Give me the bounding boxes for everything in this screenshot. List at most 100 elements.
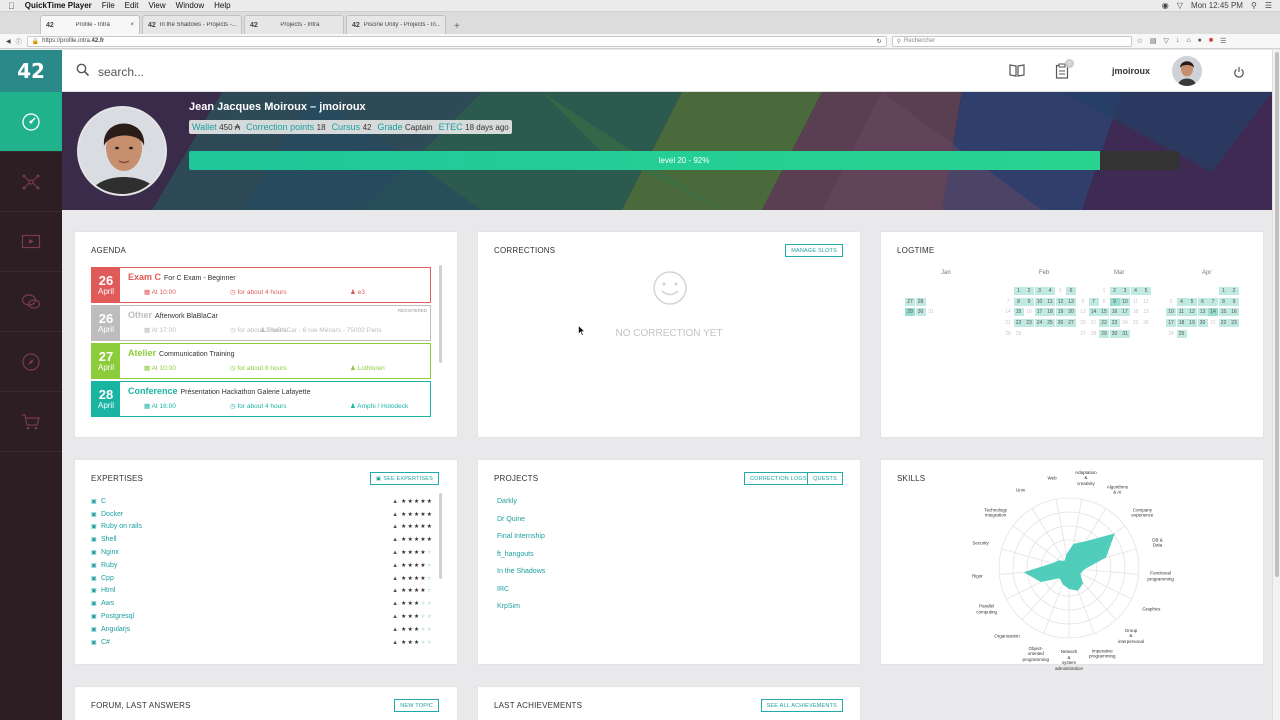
logout-power-icon[interactable]: [1233, 65, 1245, 83]
star-icon[interactable]: ★: [427, 601, 433, 607]
expertise-row[interactable]: ▣ Ruby on rails ▲ ★★★★★: [91, 521, 433, 534]
expertise-row[interactable]: ▣ Aws ▲ ★★★★★: [91, 597, 433, 610]
page-scrollbar[interactable]: [1272, 50, 1280, 720]
spotlight-icon[interactable]: ⚲: [1251, 1, 1257, 10]
notification-center-icon[interactable]: ☰: [1265, 1, 1272, 10]
new-tab-button[interactable]: +: [448, 21, 466, 34]
sidebar-item-shop[interactable]: [0, 392, 62, 452]
sidebar-item-network[interactable]: [0, 152, 62, 212]
star-icon[interactable]: ★: [427, 499, 433, 505]
expertise-name[interactable]: Ruby on rails: [101, 523, 142, 530]
expertise-row[interactable]: ▣ Cpp ▲ ★★★★★: [91, 572, 433, 585]
search-icon[interactable]: [76, 63, 90, 82]
expertise-row[interactable]: ▣ Shell ▲ ★★★★★: [91, 533, 433, 546]
search-input[interactable]: [98, 63, 398, 81]
wifi-icon[interactable]: ▽: [1177, 1, 1183, 10]
expertise-name[interactable]: Docker: [101, 511, 123, 518]
menu-window[interactable]: Window: [176, 1, 204, 10]
star-icon[interactable]: ★: [427, 537, 433, 543]
menu-view[interactable]: View: [148, 1, 165, 10]
expertise-name[interactable]: Angularjs: [101, 626, 130, 633]
sidebar-item-dashboard[interactable]: [0, 92, 62, 152]
thumbs-up-icon[interactable]: ▲: [392, 576, 399, 582]
tab-close-icon[interactable]: ×: [130, 22, 134, 28]
agenda-event[interactable]: 26 April Other Afterwork BlaBlaCar ▦ At 17:0…: [91, 305, 431, 341]
tab-in-the-shadows[interactable]: 42 In the Shadows - Projects -...: [142, 15, 242, 34]
expertise-row[interactable]: ▣ C ▲ ★★★★★: [91, 495, 433, 508]
agenda-event[interactable]: 26 April Exam C For C Exam - Beginner ▦ At 1…: [91, 267, 431, 303]
expertise-name[interactable]: Nginx: [101, 549, 119, 556]
star-icon[interactable]: ★: [427, 512, 433, 518]
correction-logs-button[interactable]: CORRECTION LOGS: [744, 472, 813, 485]
project-link[interactable]: Dr Quine: [497, 516, 545, 534]
page-scrollbar-thumb[interactable]: [1275, 52, 1279, 577]
new-topic-button[interactable]: NEW TOPIC: [394, 699, 439, 712]
star-icon[interactable]: ★: [427, 614, 433, 620]
expertises-scrollbar[interactable]: [439, 493, 442, 579]
header-username[interactable]: jmoiroux: [1112, 66, 1150, 76]
menu-app-name[interactable]: QuickTime Player: [25, 1, 92, 10]
thumbs-up-icon[interactable]: ▲: [392, 640, 399, 646]
manage-slots-button[interactable]: MANAGE SLOTS: [785, 244, 843, 257]
intra-42-logo[interactable]: 42: [0, 50, 62, 92]
expertise-row[interactable]: ▣ Ruby ▲ ★★★★★: [91, 559, 433, 572]
star-icon[interactable]: ★: [427, 640, 433, 646]
expertise-name[interactable]: Postgresql: [101, 613, 134, 620]
tab-piscine-unity[interactable]: 42 Piscine Unity - Projects - In...: [346, 15, 446, 34]
pocket-icon[interactable]: ▽: [1164, 37, 1169, 45]
menu-icon[interactable]: ☰: [1220, 37, 1226, 45]
back-icon[interactable]: ◀: [6, 38, 11, 45]
project-link[interactable]: In the Shadows: [497, 568, 545, 586]
reload-icon[interactable]: ↻: [877, 38, 882, 45]
chat-icon[interactable]: ●: [1198, 37, 1202, 45]
expertise-name[interactable]: Shell: [101, 536, 117, 543]
project-link[interactable]: Darkly: [497, 498, 545, 516]
info-icon[interactable]: ⓘ: [16, 37, 22, 46]
expertise-row[interactable]: ▣ Postgresql ▲ ★★★★★: [91, 610, 433, 623]
thumbs-up-icon[interactable]: ▲: [392, 537, 399, 543]
sidebar-item-elearning[interactable]: [0, 212, 62, 272]
expertise-row[interactable]: ▣ Docker ▲ ★★★★★: [91, 508, 433, 521]
project-link[interactable]: IRC: [497, 586, 545, 604]
expertise-row[interactable]: ▣ Angularjs ▲ ★★★★★: [91, 623, 433, 636]
header-avatar[interactable]: [1172, 56, 1202, 86]
star-icon[interactable]: ★: [427, 524, 433, 530]
expertise-row[interactable]: ▣ C# ▲ ★★★★★: [91, 636, 433, 649]
star-icon[interactable]: ★: [427, 563, 433, 569]
menu-file[interactable]: File: [102, 1, 115, 10]
thumbs-up-icon[interactable]: ▲: [392, 614, 399, 620]
clock[interactable]: Mon 12:45 PM: [1191, 1, 1243, 10]
thumbs-up-icon[interactable]: ▲: [392, 563, 399, 569]
sidebar-item-companies[interactable]: [0, 332, 62, 392]
expertise-name[interactable]: C#: [101, 639, 110, 646]
star-icon[interactable]: ★: [427, 576, 433, 582]
project-link[interactable]: KrpSim: [497, 603, 545, 621]
thumbs-up-icon[interactable]: ▲: [392, 588, 399, 594]
clipboard-icon[interactable]: 0: [1055, 59, 1074, 84]
star-icon[interactable]: ★: [427, 627, 433, 633]
sidebar-item-forum[interactable]: [0, 272, 62, 332]
home-icon[interactable]: ⌂: [1186, 37, 1190, 45]
menu-edit[interactable]: Edit: [125, 1, 139, 10]
reading-list-icon[interactable]: ▤: [1150, 37, 1157, 45]
star-icon[interactable]: ★: [427, 550, 433, 556]
agenda-event[interactable]: 27 April Atelier Communication Training ▦ At…: [91, 343, 431, 379]
expertise-name[interactable]: Cpp: [101, 575, 114, 582]
expertise-row[interactable]: ▣ Nginx ▲ ★★★★★: [91, 546, 433, 559]
url-bar[interactable]: 🔒 https://profile.intra. 42.fr ↻: [26, 35, 887, 47]
quests-button[interactable]: QUESTS: [807, 472, 843, 485]
star-icon[interactable]: ★: [427, 588, 433, 594]
book-icon[interactable]: [1009, 63, 1025, 82]
tab-profile[interactable]: 42 Profile - Intra ×: [40, 15, 140, 34]
cursus-value[interactable]: 42: [363, 123, 372, 132]
download-icon[interactable]: ↓: [1176, 37, 1180, 45]
thumbs-up-icon[interactable]: ▲: [392, 524, 399, 530]
expertise-name[interactable]: Ruby: [101, 562, 117, 569]
apple-icon[interactable]: : [8, 1, 15, 11]
project-link[interactable]: ft_hangouts: [497, 551, 545, 569]
extension-icon[interactable]: ■: [1209, 37, 1213, 45]
agenda-scrollbar[interactable]: [439, 265, 442, 363]
record-icon[interactable]: ◉: [1162, 1, 1169, 10]
thumbs-up-icon[interactable]: ▲: [392, 601, 399, 607]
expertise-name[interactable]: Aws: [101, 600, 114, 607]
